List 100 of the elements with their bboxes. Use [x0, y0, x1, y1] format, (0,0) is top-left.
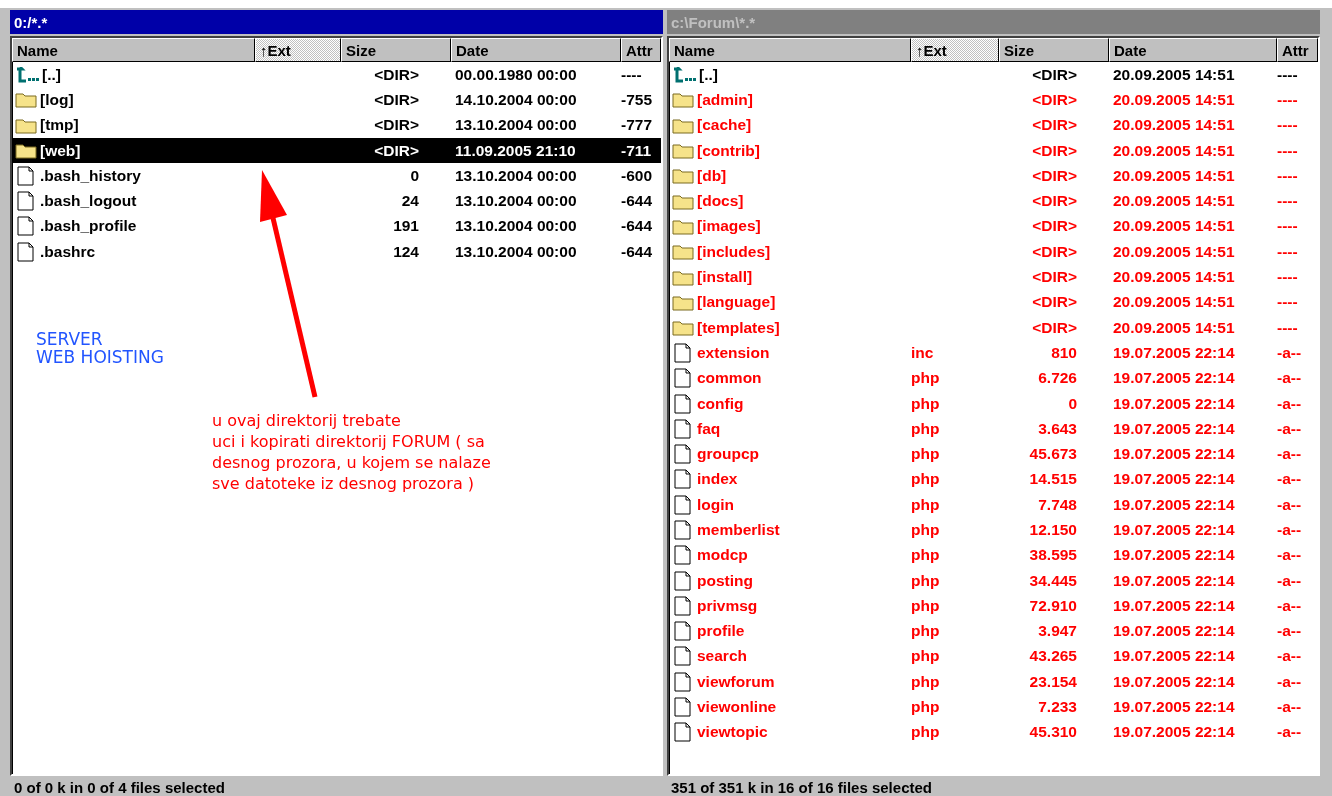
file-row[interactable]: search php 43.265 19.07.2005 22:14 -a-- — [669, 643, 1318, 670]
file-attributes: ---- — [621, 65, 642, 84]
file-row[interactable]: .bash_history 0 13.10.2004 00:00 -600 — [12, 163, 661, 189]
file-date: 19.07.2005 22:14 — [1113, 419, 1235, 438]
file-row[interactable]: [contrib] <DIR> 20.09.2005 14:51 ---- — [669, 137, 1318, 164]
file-row[interactable]: modcp php 38.595 19.07.2005 22:14 -a-- — [669, 542, 1318, 568]
file-size: <DIR> — [1032, 90, 1077, 109]
file-row[interactable]: login php 7.748 19.07.2005 22:14 -a-- — [669, 492, 1318, 518]
file-size: <DIR> — [1032, 217, 1077, 236]
file-attributes: -711 — [621, 141, 652, 160]
file-size: 24 — [401, 192, 419, 211]
folder-icon — [672, 268, 694, 286]
file-row[interactable]: config php 0 19.07.2005 22:14 -a-- — [669, 390, 1318, 417]
file-date: 19.07.2005 22:14 — [1113, 596, 1235, 615]
file-date: 20.09.2005 14:51 — [1113, 293, 1235, 312]
file-row[interactable]: [web] <DIR> 11.09.2005 21:10 -711 — [12, 137, 661, 164]
file-row[interactable]: profile php 3.947 19.07.2005 22:14 -a-- — [669, 618, 1318, 644]
file-row[interactable]: [cache] <DIR> 20.09.2005 14:51 ---- — [669, 112, 1318, 138]
file-extension: php — [911, 698, 940, 717]
file-row[interactable]: posting php 34.445 19.07.2005 22:14 -a-- — [669, 567, 1318, 594]
file-attributes: ---- — [1277, 65, 1298, 84]
file-size: <DIR> — [1032, 141, 1077, 160]
column-header[interactable]: ↑Ext — [255, 38, 341, 62]
column-header[interactable]: ↑Ext — [911, 38, 999, 62]
file-row[interactable]: memberlist php 12.150 19.07.2005 22:14 -a-- — [669, 517, 1318, 543]
file-extension: php — [911, 369, 940, 388]
file-row[interactable]: [language] <DIR> 20.09.2005 14:51 ---- — [669, 289, 1318, 315]
file-row[interactable]: [templates] <DIR> 20.09.2005 14:51 ---- — [669, 314, 1318, 341]
file-row[interactable]: privmsg php 72.910 19.07.2005 22:14 -a-- — [669, 593, 1318, 619]
file-name: [web] — [40, 141, 81, 160]
file-date: 19.07.2005 22:14 — [1113, 672, 1235, 691]
column-header[interactable]: Name — [12, 38, 255, 62]
folder-icon — [672, 116, 694, 134]
file-row[interactable]: [db] <DIR> 20.09.2005 14:51 ---- — [669, 163, 1318, 189]
column-header[interactable]: Size — [341, 38, 451, 62]
file-row[interactable]: groupcp php 45.673 19.07.2005 22:14 -a-- — [669, 441, 1318, 467]
file-date: 20.09.2005 14:51 — [1113, 166, 1235, 185]
file-name: profile — [697, 622, 745, 641]
file-date: 20.09.2005 14:51 — [1113, 217, 1235, 236]
file-icon — [672, 444, 694, 465]
file-name: [tmp] — [40, 116, 79, 135]
file-icon — [672, 595, 694, 616]
file-size: 72.910 — [1029, 596, 1077, 615]
file-row[interactable]: .bash_profile 191 13.10.2004 00:00 -644 — [12, 213, 661, 240]
file-row[interactable]: viewonline php 7.233 19.07.2005 22:14 -a-- — [669, 694, 1318, 720]
file-attributes: -a-- — [1277, 445, 1302, 464]
file-size: 34.445 — [1029, 571, 1077, 590]
file-date: 13.10.2004 00:00 — [455, 192, 577, 211]
file-date: 19.07.2005 22:14 — [1113, 521, 1235, 539]
file-row[interactable]: [..] <DIR> 20.09.2005 14:51 ---- — [669, 62, 1318, 88]
file-row[interactable]: [admin] <DIR> 20.09.2005 14:51 ---- — [669, 87, 1318, 113]
file-name: index — [697, 470, 738, 489]
column-header[interactable]: Name — [669, 38, 911, 62]
file-row[interactable]: [log] <DIR> 14.10.2004 00:00 -755 — [12, 87, 661, 113]
file-row[interactable]: common php 6.726 19.07.2005 22:14 -a-- — [669, 365, 1318, 391]
file-size: 7.748 — [1038, 495, 1077, 514]
file-icon — [672, 621, 694, 642]
file-row[interactable]: viewtopic php 45.310 19.07.2005 22:14 -a-- — [669, 719, 1318, 745]
file-row[interactable]: [install] <DIR> 20.09.2005 14:51 ---- — [669, 264, 1318, 290]
status-bar-text: 0 of 0 k in 0 of 4 files selected — [13, 778, 226, 796]
file-date: 19.07.2005 22:14 — [1113, 470, 1235, 489]
file-row[interactable]: [..] <DIR> 00.00.1980 00:00 ---- — [12, 62, 661, 88]
file-icon — [15, 165, 37, 186]
file-name: [..] — [699, 65, 718, 84]
column-header[interactable]: Attr — [1277, 38, 1318, 62]
file-name: viewforum — [697, 672, 775, 691]
column-header[interactable]: Attr — [621, 38, 661, 62]
file-row[interactable]: viewforum php 23.154 19.07.2005 22:14 -a-- — [669, 669, 1318, 695]
column-header[interactable]: Date — [1109, 38, 1277, 62]
file-name: .bash_logout — [40, 192, 137, 211]
folder-icon — [15, 116, 37, 134]
file-row[interactable]: .bashrc 124 13.10.2004 00:00 -644 — [12, 239, 661, 265]
column-header[interactable]: Size — [999, 38, 1109, 62]
folder-icon — [672, 243, 694, 261]
file-row[interactable]: .bash_logout 24 13.10.2004 00:00 -644 — [12, 188, 661, 214]
file-date: 19.07.2005 22:14 — [1113, 546, 1235, 565]
file-date: 19.07.2005 22:14 — [1113, 622, 1235, 641]
file-extension: php — [911, 546, 940, 565]
file-row[interactable]: [includes] <DIR> 20.09.2005 14:51 ---- — [669, 239, 1318, 265]
file-row[interactable]: [docs] <DIR> 20.09.2005 14:51 ---- — [669, 188, 1318, 214]
file-name: posting — [697, 571, 753, 590]
server-annotation: SERVER WEB HOISTING — [36, 330, 164, 366]
file-attributes: -a-- — [1277, 672, 1302, 691]
file-row[interactable]: [images] <DIR> 20.09.2005 14:51 ---- — [669, 213, 1318, 240]
file-row[interactable]: extension inc 810 19.07.2005 22:14 -a-- — [669, 340, 1318, 366]
file-name: privmsg — [697, 596, 758, 615]
file-icon — [672, 368, 694, 389]
file-size: 45.673 — [1029, 445, 1077, 464]
status-bar-text: 351 of 351 k in 16 of 16 files selected — [670, 778, 933, 796]
annotation-note: u ovaj direktorij trebate uci i kopirati direktorij FORUM ( sa desnog prozora, u kojem se nalaze sve datoteke iz desnog prozora ) — [212, 410, 491, 494]
file-date: 11.09.2005 21:10 — [455, 141, 576, 160]
column-header[interactable]: Date — [451, 38, 621, 62]
file-row[interactable]: index php 14.515 19.07.2005 22:14 -a-- — [669, 466, 1318, 493]
file-icon — [672, 520, 694, 540]
file-date: 13.10.2004 00:00 — [455, 217, 577, 236]
file-date: 20.09.2005 14:51 — [1113, 268, 1235, 286]
file-row[interactable]: [tmp] <DIR> 13.10.2004 00:00 -777 — [12, 112, 661, 138]
file-size: <DIR> — [1032, 65, 1077, 84]
file-attributes: ---- — [1277, 217, 1298, 236]
file-row[interactable]: faq php 3.643 19.07.2005 22:14 -a-- — [669, 416, 1318, 442]
